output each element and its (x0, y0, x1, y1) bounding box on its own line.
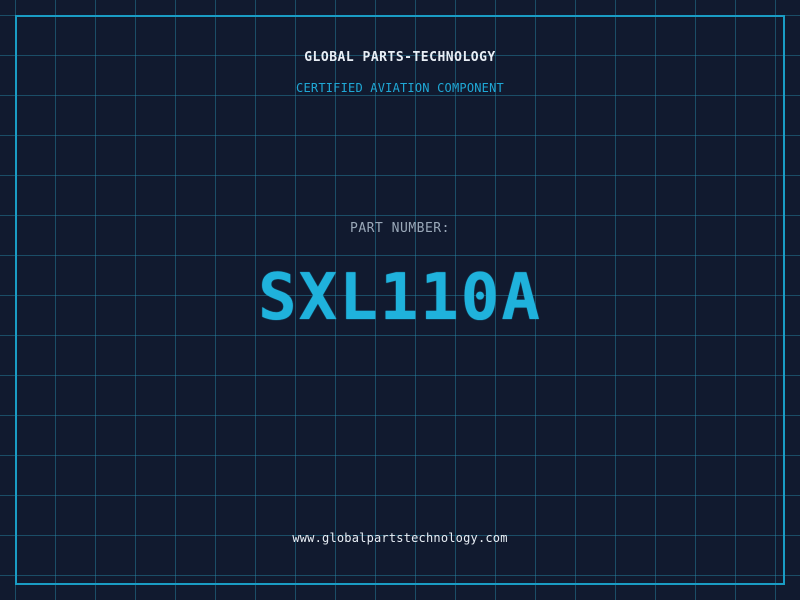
part-number-value: SXL110A (258, 261, 542, 335)
brand-name: GLOBAL PARTS-TECHNOLOGY (304, 50, 496, 65)
part-label-card: GLOBAL PARTS-TECHNOLOGY CERTIFIED AVIATI… (0, 0, 800, 600)
website-url: www.globalpartstechnology.com (292, 531, 508, 545)
part-number-label: PART NUMBER: (350, 221, 450, 236)
brand-tagline: CERTIFIED AVIATION COMPONENT (296, 81, 504, 95)
